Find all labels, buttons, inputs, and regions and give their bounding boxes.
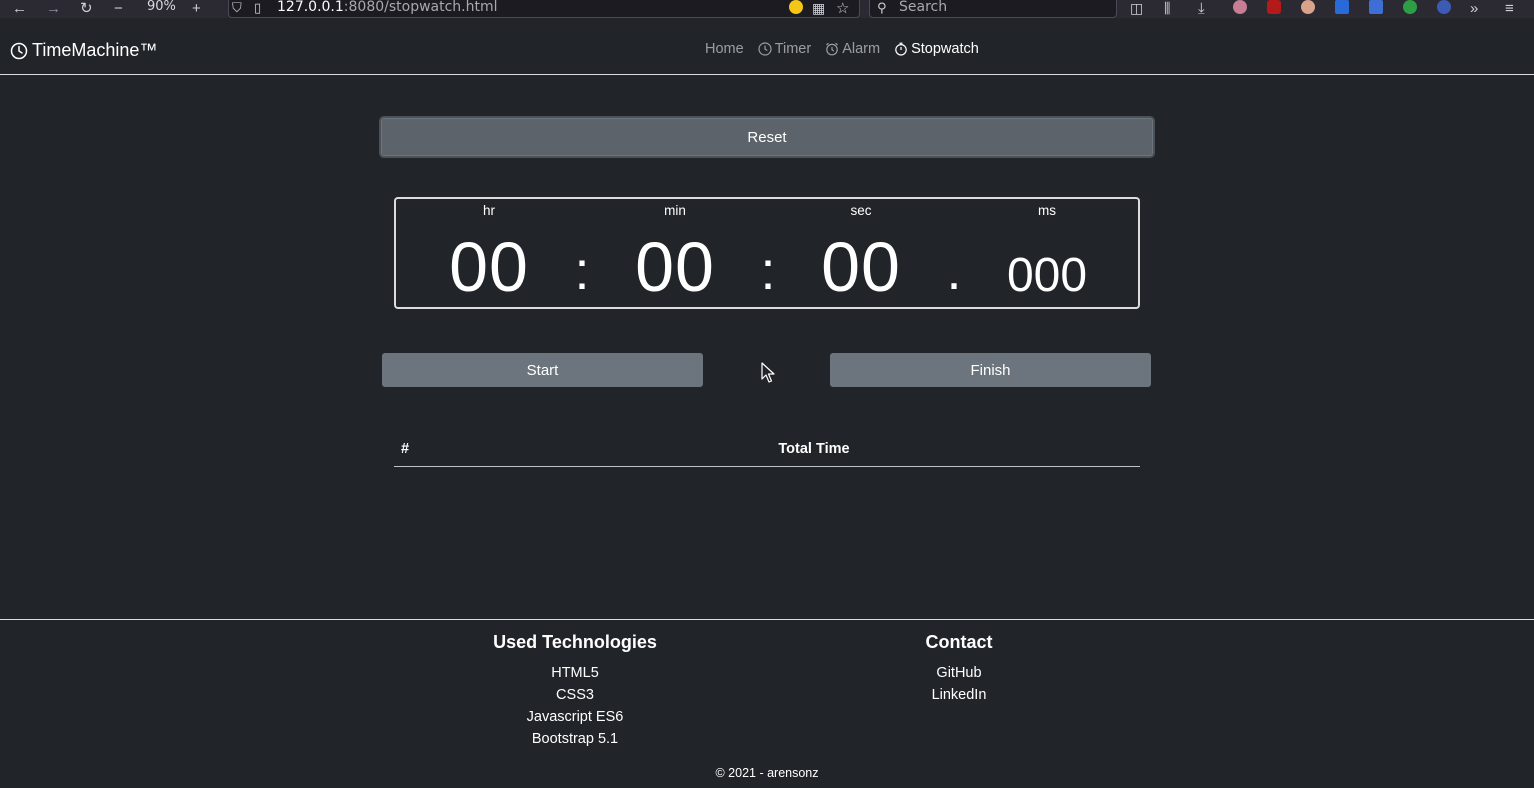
menu-icon[interactable]: ≡ <box>1505 0 1514 17</box>
nav-home[interactable]: Home <box>705 41 744 57</box>
laps-table: # Total Time <box>394 432 1140 467</box>
tech-item: CSS3 <box>556 687 594 703</box>
seconds-label: sec <box>850 203 872 218</box>
hours-value: 00 <box>449 228 529 306</box>
translate-icon[interactable] <box>1369 0 1383 14</box>
reload-icon[interactable]: ↻ <box>80 0 93 17</box>
download-icon[interactable]: ⤓ <box>1198 0 1205 17</box>
back-icon[interactable]: ← <box>12 0 27 17</box>
zoom-in-icon[interactable]: + <box>192 0 201 17</box>
forward-icon[interactable]: → <box>46 0 61 17</box>
separator-dot: . <box>946 241 962 301</box>
extension-avatar-icon[interactable] <box>1233 0 1247 14</box>
alarm-icon <box>826 42 839 56</box>
copyright: © 2021 - arensonz <box>715 766 819 780</box>
laps-table-header: # Total Time <box>394 432 1140 467</box>
tech-item: Bootstrap 5.1 <box>531 731 619 747</box>
separator-colon: : <box>574 241 590 301</box>
clock-icon <box>758 42 772 56</box>
nav-stopwatch-label: Stopwatch <box>911 41 979 57</box>
url-host: 127.0.0.1 <box>277 0 344 15</box>
footer-contact: Contact GitHub LinkedIn <box>926 632 993 706</box>
technologies-title: Used Technologies <box>493 632 657 652</box>
mouse-cursor-icon <box>761 362 775 383</box>
column-header-index: # <box>401 441 410 457</box>
zoom-out-icon[interactable]: − <box>114 0 123 17</box>
github-link[interactable]: GitHub <box>926 662 993 684</box>
extension-coin-icon[interactable] <box>789 0 803 14</box>
nav-alarm[interactable]: Alarm <box>825 41 880 57</box>
extension-green-icon[interactable] <box>1403 0 1417 14</box>
nav-alarm-label: Alarm <box>842 41 881 57</box>
extension-blue-icon[interactable] <box>1335 0 1349 14</box>
browser-toolbar: ← → ↻ − 90% + ⛉ ▯ 127.0.0.1:8080/stopwat… <box>0 0 1534 18</box>
tech-item: HTML5 <box>551 665 599 681</box>
library-icon[interactable]: ⫼ <box>1164 0 1170 16</box>
hours-label: hr <box>482 203 496 218</box>
url-path: :8080/stopwatch.html <box>343 0 498 15</box>
stopwatch-display: hr min sec ms 00 : 00 : 00 . 000 <box>394 197 1140 309</box>
sidebar-icon[interactable]: ◫ <box>1130 0 1143 16</box>
extension-cursor-icon[interactable] <box>1437 0 1451 14</box>
nav-home-label: Home <box>705 41 744 57</box>
nav-timer-label: Timer <box>774 41 812 57</box>
overflow-chevron-icon[interactable]: » <box>1470 0 1478 17</box>
shield-icon[interactable]: ⛉ <box>232 0 242 16</box>
brand-name: TimeMachine™ <box>32 40 158 60</box>
footer: Used Technologies HTML5 CSS3 Javascript … <box>0 619 1534 788</box>
bookmark-star-icon[interactable]: ☆ <box>836 0 849 17</box>
milliseconds-value: 000 <box>1006 249 1088 302</box>
linkedin-link[interactable]: LinkedIn <box>926 684 993 706</box>
finish-button[interactable]: Finish <box>830 353 1151 387</box>
extension-mask-icon[interactable] <box>1301 0 1315 14</box>
zoom-level[interactable]: 90% <box>147 0 176 14</box>
separator-colon: : <box>760 241 776 301</box>
seconds-value: 00 <box>821 228 901 306</box>
navbar: TimeMachine™ Home Timer Alarm Stopwatch <box>0 18 1534 75</box>
milliseconds-label: ms <box>1038 203 1056 218</box>
search-placeholder[interactable]: Search <box>899 0 947 15</box>
nav-timer[interactable]: Timer <box>758 41 812 57</box>
minutes-value: 00 <box>635 228 715 306</box>
footer-technologies: Used Technologies HTML5 CSS3 Javascript … <box>493 632 657 750</box>
contact-title: Contact <box>925 632 993 652</box>
clock-icon <box>10 42 28 59</box>
page-icon: ▯ <box>254 0 262 15</box>
search-icon: ⚲ <box>877 0 887 15</box>
tech-item: Javascript ES6 <box>526 709 624 725</box>
ublock-icon[interactable] <box>1267 0 1281 14</box>
reset-button[interactable]: Reset <box>379 116 1155 158</box>
nav-links: Home Timer Alarm Stopwatch <box>705 41 993 57</box>
column-header-total-time: Total Time <box>778 441 850 457</box>
minutes-label: min <box>664 203 686 218</box>
stopwatch-icon <box>895 42 907 56</box>
nav-stopwatch[interactable]: Stopwatch <box>894 41 979 57</box>
start-button[interactable]: Start <box>382 353 703 387</box>
grid-icon[interactable]: ▦ <box>812 0 825 16</box>
brand[interactable]: TimeMachine™ <box>10 40 157 61</box>
url-text[interactable]: 127.0.0.1:8080/stopwatch.html <box>277 0 498 15</box>
